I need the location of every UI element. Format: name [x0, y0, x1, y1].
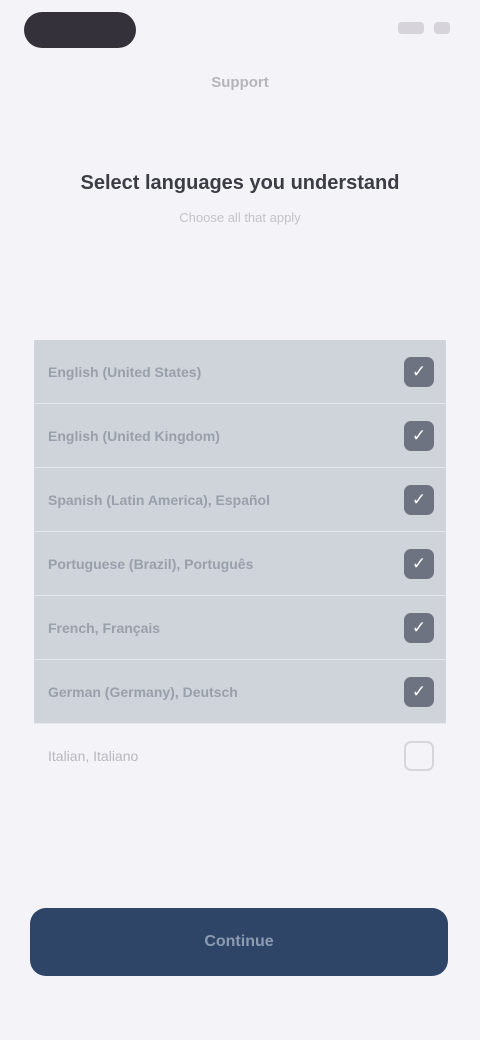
checkbox-checked[interactable]: ✓: [404, 548, 434, 579]
language-option-portuguese[interactable]: Portuguese (Brazil), Português ✓: [34, 532, 446, 596]
language-option-french[interactable]: French, Français ✓: [34, 596, 446, 660]
checkmark-icon: ✓: [411, 554, 427, 573]
language-label: Italian, Italiano: [48, 748, 139, 764]
language-label: German (Germany), Deutsch: [48, 683, 238, 700]
checkmark-icon: ✓: [411, 618, 427, 637]
language-option-italian[interactable]: Italian, Italiano: [34, 724, 446, 788]
language-list: English (United States) ✓ English (Unite…: [34, 340, 446, 788]
language-option-english-us[interactable]: English (United States) ✓: [34, 340, 446, 404]
language-option-spanish[interactable]: Spanish (Latin America), Español ✓: [34, 468, 446, 532]
page-subtitle: Choose all that apply: [179, 210, 301, 225]
status-bar: [0, 0, 480, 64]
language-option-english-uk[interactable]: English (United Kingdom) ✓: [34, 404, 446, 468]
checkmark-icon: ✓: [411, 362, 427, 381]
page-title: Select languages you understand: [80, 172, 400, 194]
language-label: French, Français: [48, 619, 161, 636]
checkbox-unchecked[interactable]: [404, 741, 434, 771]
dynamic-island: [24, 12, 136, 48]
language-option-german[interactable]: German (Germany), Deutsch ✓: [34, 660, 446, 724]
checkbox-checked[interactable]: ✓: [404, 612, 434, 643]
checkbox-checked[interactable]: ✓: [404, 676, 434, 707]
checkmark-icon: ✓: [411, 682, 427, 701]
checkbox-checked[interactable]: ✓: [404, 484, 434, 515]
language-label: Spanish (Latin America), Español: [48, 491, 270, 508]
battery-icon: [434, 22, 450, 34]
status-indicators: [398, 22, 450, 34]
language-label: Portuguese (Brazil), Português: [48, 555, 254, 572]
language-label: English (United Kingdom): [48, 427, 220, 444]
continue-button[interactable]: Continue: [30, 908, 448, 976]
checkbox-checked[interactable]: ✓: [404, 356, 434, 387]
checkmark-icon: ✓: [411, 426, 427, 445]
checkmark-icon: ✓: [411, 490, 427, 509]
nav-title: Support: [211, 74, 269, 91]
checkbox-checked[interactable]: ✓: [404, 420, 434, 451]
language-label: English (United States): [48, 363, 202, 380]
signal-icon: [398, 22, 424, 34]
